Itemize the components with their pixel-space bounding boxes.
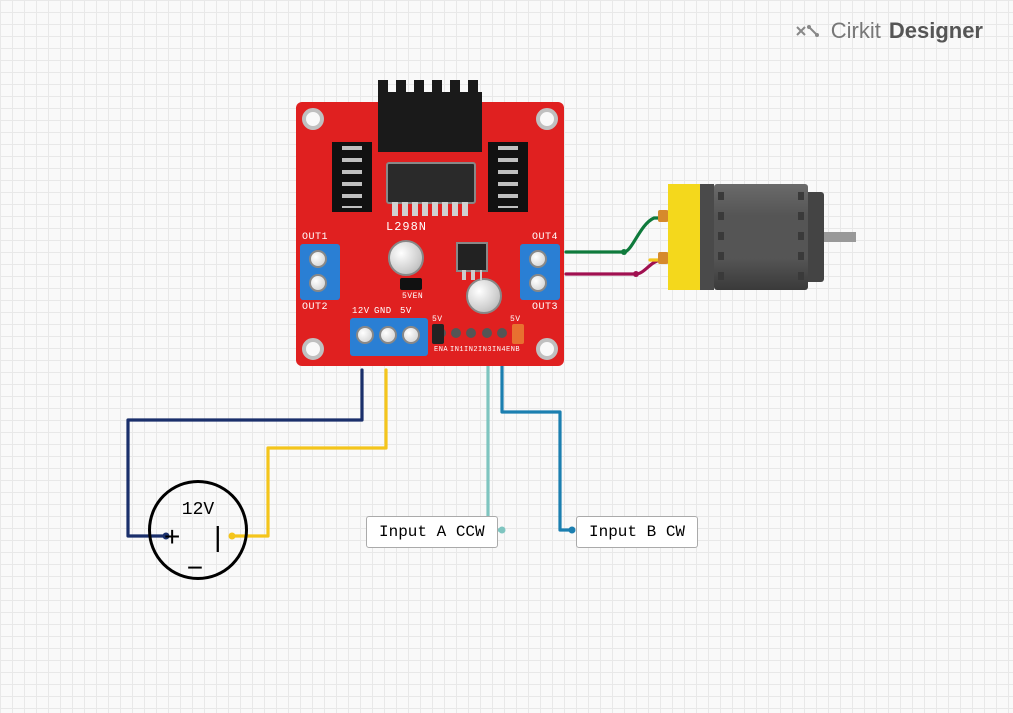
logo-text-1: Cirkit [831,18,881,44]
motor-endcap [668,184,700,290]
screw-terminal-icon [309,274,327,292]
logo-text-2: Designer [889,18,983,44]
wire-end-dot [569,527,576,534]
label-input-a-ccw[interactable]: Input A CCW [366,516,498,548]
label-out4: OUT4 [532,232,558,243]
label-in1: IN1 [450,346,464,354]
l298n-board[interactable]: L298N OUT1 OUT2 OUT4 OUT3 12V GND 5V 5VE… [296,102,564,366]
screw-terminal-icon [402,326,420,344]
motor-body [714,184,808,290]
label-ena: ENA [434,346,448,354]
heatsink [378,92,482,152]
battery-voltage-label: 12V [148,500,248,520]
mounting-hole [536,338,558,360]
battery-polarity-label: + | − [148,524,248,586]
diode-bank-right [488,142,528,212]
wire-out4-to-motor-top [566,218,662,252]
wire-out3-to-motor-bottom [566,260,662,274]
wire-joint-dot [621,249,627,255]
mounting-hole [536,108,558,130]
motor-endplate [700,184,714,290]
mounting-hole [302,108,324,130]
label-5v-small2: 5V [432,315,443,324]
motor-rear [808,192,824,282]
jumper-5ven[interactable] [400,278,422,290]
label-out1: OUT1 [302,232,328,243]
terminal-out3-out4[interactable] [520,244,560,300]
wire-battery-neg-to-gnd [232,370,386,536]
screw-terminal-icon [356,326,374,344]
wire-end-dot [499,527,506,534]
label-text: Input B CW [589,523,685,541]
wire-in4-to-inputB [502,352,572,530]
voltage-regulator [456,242,488,272]
battery-12v[interactable]: 12V + | − [148,480,248,580]
label-input-b-cw[interactable]: Input B CW [576,516,698,548]
wire-joint-dot [633,271,639,277]
l298n-chip [386,162,476,204]
label-out2: OUT2 [302,302,328,313]
diode-bank-left [332,142,372,212]
label-12v: 12V [352,306,370,316]
label-in2: IN2 [464,346,478,354]
jumper-enb[interactable] [512,324,524,344]
capacitor [388,240,424,276]
logo-icon [795,21,823,41]
screw-terminal-icon [529,250,547,268]
label-in4: IN4 [492,346,506,354]
motor-shaft [824,232,856,242]
control-pin-header[interactable] [436,328,522,342]
label-gnd: GND [374,306,392,316]
label-5v-small: 5V [510,315,521,324]
label-enb: ENB [506,346,520,354]
mounting-hole [302,338,324,360]
app-logo: Cirkit Designer [795,18,983,44]
chip-label: L298N [386,220,427,234]
label-in3: IN3 [478,346,492,354]
label-5ven: 5VEN [402,292,423,301]
screw-terminal-icon [529,274,547,292]
wire-in3-to-inputA [488,352,502,530]
terminal-out1-out2[interactable] [300,244,340,300]
dc-motor[interactable] [668,184,838,290]
terminal-power[interactable] [350,318,428,356]
label-5v: 5V [400,306,412,316]
label-out3: OUT3 [532,302,558,313]
capacitor [466,278,502,314]
jumper-ena[interactable] [432,324,444,344]
screw-terminal-icon [309,250,327,268]
label-text: Input A CCW [379,523,485,541]
screw-terminal-icon [379,326,397,344]
